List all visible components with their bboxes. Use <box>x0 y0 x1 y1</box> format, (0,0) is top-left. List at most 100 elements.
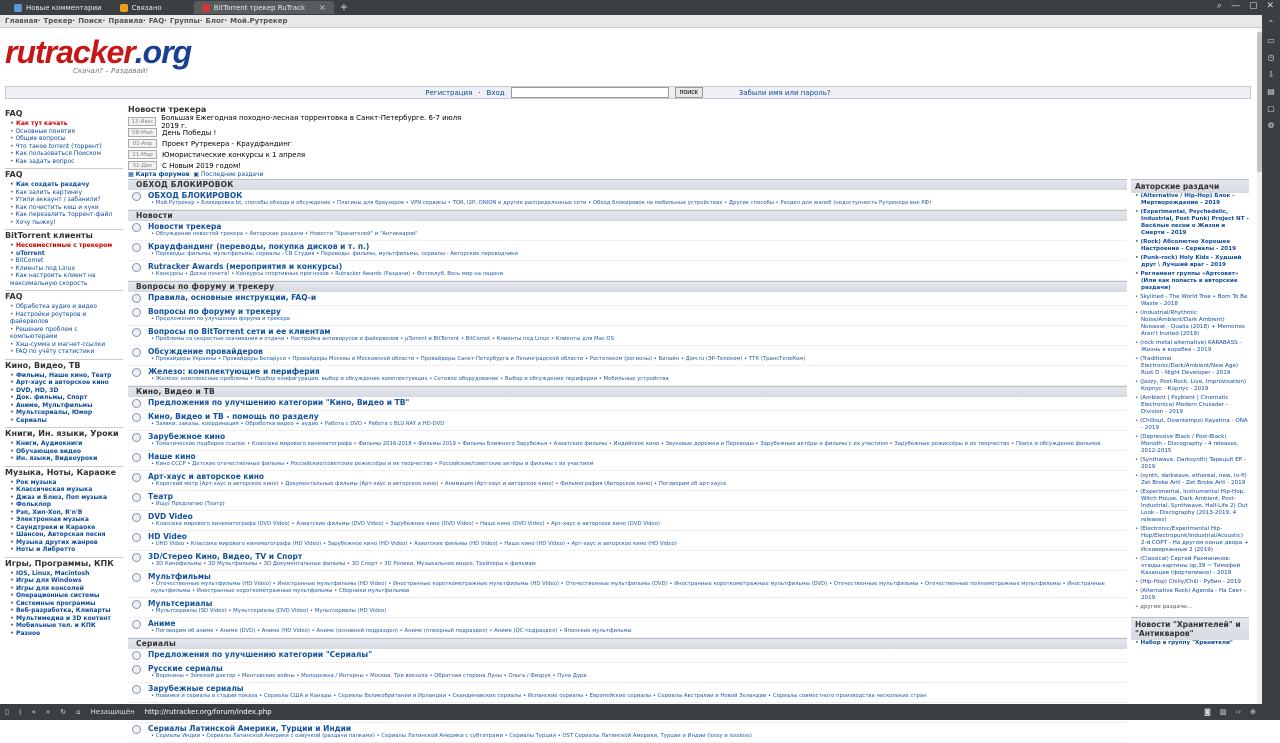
sidebar-link[interactable]: Системные программы <box>10 600 123 608</box>
release-link[interactable]: (Experimental, Psychedelic, Industrial, … <box>1135 209 1249 237</box>
subforum-links[interactable]: • Мой.Рутрекер • Блокировка bt, способы … <box>148 200 931 207</box>
subforum-links[interactable]: • Предложения по улучшению форума и трек… <box>148 316 290 323</box>
sidebar-link[interactable]: BitComet <box>10 257 123 265</box>
site-logo[interactable]: rutracker.org Скачал? – Раздавай! <box>5 34 192 75</box>
release-link[interactable]: (Punk-rock) Holy Kids - Худший друг \ Лу… <box>1135 255 1249 269</box>
forum-title-link[interactable]: Сериалы Латинской Америки, Турции и Инди… <box>148 724 752 733</box>
subforum-links[interactable]: • Новинки и сериалы в стадии показа • Се… <box>148 693 927 700</box>
bookmark-icon[interactable]: ▭ <box>1267 36 1275 45</box>
subforum-links[interactable]: • Воронины • Земский доктор • Ментовские… <box>148 673 587 680</box>
release-link[interactable]: (Industrial/Rhythmic Noise/Ambient/Dark … <box>1135 310 1249 338</box>
search-button[interactable]: поиск <box>674 87 703 98</box>
latest-releases-link[interactable]: Последние раздачи <box>201 171 264 178</box>
category-header[interactable]: ОБХОД БЛОКИРОВОК <box>128 179 1127 190</box>
sidebar-link[interactable]: Ноты и Либретто <box>10 546 123 554</box>
window-icon[interactable]: ▢ <box>1267 104 1275 113</box>
release-link[interactable]: (Classical) Сергей Рахманинов: этюды-кар… <box>1135 556 1249 577</box>
nav-link[interactable]: Мой.Рутрекер <box>230 17 287 25</box>
nav-link[interactable]: Трекер <box>43 17 72 25</box>
nav-link[interactable]: Правила <box>108 17 143 25</box>
login-link[interactable]: Вход <box>487 89 505 97</box>
subforum-links[interactable]: • Тематические подборки ссылок • Классик… <box>148 441 1100 448</box>
sidebar-link[interactable]: Как создать раздачу <box>10 181 123 189</box>
url-display[interactable]: http://rutracker.org/forum/index.php <box>145 708 272 716</box>
forum-title-link[interactable]: ОБХОД БЛОКИРОВОК <box>148 191 931 200</box>
sidebar-link[interactable]: Обработка аудио и видео <box>10 303 123 311</box>
sidebar-link[interactable]: Операционные системы <box>10 592 123 600</box>
release-link[interactable]: (Jazzy, Post-Rock, Live, Improvisation) … <box>1135 379 1249 393</box>
subforum-links[interactable]: • Обсуждение новостей трекера • Авторски… <box>148 231 418 238</box>
camera-icon[interactable]: ◙ <box>1204 708 1211 716</box>
forum-title-link[interactable]: Арт-хаус и авторское кино <box>148 472 726 481</box>
nav-link[interactable]: Блог <box>206 17 225 25</box>
sidebar-link[interactable]: Общие вопросы <box>10 135 123 143</box>
sidebar-link[interactable]: Ин. языки, Видеоуроки <box>10 455 123 463</box>
sidebar-link[interactable]: uTorrent <box>10 250 123 258</box>
release-link[interactable]: (Traditional Electronic/Dark/Ambient/New… <box>1135 356 1249 377</box>
subforum-links[interactable]: • Поговорим об аниме • Аниме (DVD) • Ани… <box>148 628 632 635</box>
subforum-links[interactable]: • Короткий метр (Арт-хаус и авторское ки… <box>148 481 726 488</box>
forum-title-link[interactable]: Театр <box>148 492 225 501</box>
close-window-icon[interactable]: ✕ <box>1266 1 1274 11</box>
rewind-icon[interactable]: « <box>32 708 36 716</box>
register-link[interactable]: Регистрация <box>425 89 472 97</box>
sidebar-link[interactable]: Как перезалить торрент-файл <box>10 211 123 219</box>
zoom-icon[interactable]: ⊕ <box>1250 708 1256 716</box>
forum-title-link[interactable]: Мультфильмы <box>148 572 1127 581</box>
forum-title-link[interactable]: Вопросы по BitTorrent сети и ее клиентам <box>148 327 614 336</box>
code-icon[interactable]: ‹› <box>1236 708 1242 716</box>
sidebar-link[interactable]: Арт-хаус и авторское кино <box>10 379 123 387</box>
forward-icon[interactable]: » <box>46 708 50 716</box>
chevron-up-icon[interactable]: ⌃ <box>1268 19 1275 28</box>
forgot-password-link[interactable]: Забыли имя или пароль? <box>739 89 831 97</box>
maximize-icon[interactable]: ▢ <box>1249 1 1258 11</box>
sidebar-link[interactable]: Классическая музыка <box>10 486 123 494</box>
forum-title-link[interactable]: Мультсериалы <box>148 599 386 608</box>
sidebar-link[interactable]: Клиенты под Linux <box>10 265 123 273</box>
subforum-links[interactable]: • Провайдеры Украины • Провайдеры Белару… <box>148 356 805 363</box>
reload-icon[interactable]: ↻ <box>60 708 66 716</box>
forum-title-link[interactable]: Аниме <box>148 619 632 628</box>
news-link[interactable]: Юмористические конкурсы к 1 апреля <box>162 151 305 159</box>
search-input[interactable] <box>510 87 669 98</box>
forum-title-link[interactable]: Новости трекера <box>148 222 418 231</box>
history-icon[interactable]: ◷ <box>1268 53 1275 62</box>
release-link[interactable]: (Electronic/Experimental Hip-Hop/Electro… <box>1135 526 1249 554</box>
download-icon[interactable]: ⇩ <box>1268 70 1275 79</box>
release-link[interactable]: (Synthwave, Darksynth) Tapeцult EP - 201… <box>1135 457 1249 471</box>
keepers-link[interactable]: Набор в группу "Хранители" <box>1135 640 1249 647</box>
subforum-links[interactable]: • Сериалы Индии • Сериалы Латинской Амер… <box>148 733 752 740</box>
close-icon[interactable]: × <box>319 3 326 12</box>
sidebar-link[interactable]: Книги, Аудиокниги <box>10 440 123 448</box>
forum-title-link[interactable]: Железо: комплектующие и периферия <box>148 367 669 376</box>
subforum-links[interactable]: • Отечественные мультфильмы (HD Video) •… <box>148 581 1127 595</box>
sidebar-link[interactable]: Хочу пыжку! <box>10 219 123 227</box>
sidebar-link[interactable]: DVD, HD, 3D <box>10 387 123 395</box>
subforum-links[interactable]: • Железо: комплексные проблемы • Подбор … <box>148 376 669 383</box>
release-link[interactable]: (rock metal alternative) KARABASS - Жизн… <box>1135 340 1249 354</box>
browser-tab[interactable]: Новые комментарии <box>6 1 110 14</box>
sidebar-link[interactable]: Аниме, Мультфильмы <box>10 402 123 410</box>
subforum-links[interactable]: • Конкурсы • Доска почета! • Конкурсы сп… <box>148 271 503 278</box>
forum-title-link[interactable]: DVD Video <box>148 512 660 521</box>
sidebar-link[interactable]: Игры для Windows <box>10 577 123 585</box>
release-link[interactable]: Skylined - The World Tree • Born To Be W… <box>1135 294 1249 308</box>
sidebar-link[interactable]: Хэш-сумма и магнет-ссылки <box>10 341 123 349</box>
browser-tab[interactable]: Связано <box>112 1 192 14</box>
sidebar-link[interactable]: Решение проблем с компьютерами <box>10 326 123 341</box>
sidebar-link[interactable]: Мобильные тел. и КПК <box>10 622 123 630</box>
sidebar-link[interactable]: Рэп, Хип-Хоп, R'n'B <box>10 509 123 517</box>
forum-title-link[interactable]: Правила, основные инструкции, FAQ-и <box>148 293 316 302</box>
sidebar-link[interactable]: Джаз и Блюз, Поп музыка <box>10 494 123 502</box>
gear-icon[interactable]: ⚙ <box>1267 121 1274 130</box>
sidebar-link[interactable]: Шансон, Авторская песня <box>10 531 123 539</box>
subforum-links[interactable]: • Заявки, заказы, координация • Обработк… <box>148 421 444 428</box>
sidebar-link[interactable]: Как пользоваться Поиском <box>10 150 123 158</box>
subforum-links[interactable]: • Кино СССР • Детские отечественные филь… <box>148 461 594 468</box>
sidebar-link[interactable]: Саундтреки и Караоке <box>10 524 123 532</box>
nav-link[interactable]: Поиск <box>78 17 102 25</box>
sidebar-link[interactable]: Мультсериалы, Юмор <box>10 409 123 417</box>
forum-title-link[interactable]: Зарубежное кино <box>148 432 1100 441</box>
sidebar-link[interactable]: Как почистить кеш и куки <box>10 204 123 212</box>
news-link[interactable]: Большая Ежегодная походно-лесная торрент… <box>161 114 478 130</box>
